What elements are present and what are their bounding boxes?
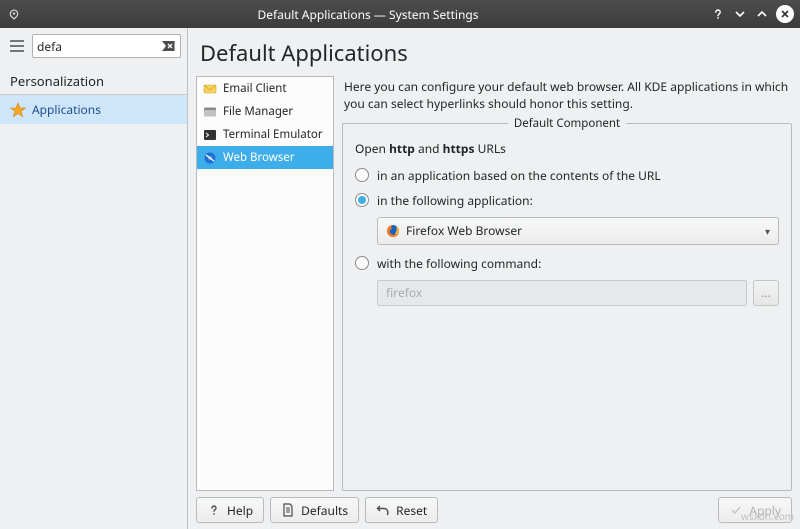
radio-following-application[interactable]: in the following application: <box>355 192 779 209</box>
sidebar: defa Personalization Applications <box>0 28 188 529</box>
button-bar: Help Defaults Reset Apply <box>196 491 792 523</box>
browse-button: ... <box>753 280 779 306</box>
document-icon <box>281 503 295 517</box>
command-placeholder: firefox <box>386 284 422 301</box>
button-label: Help <box>227 502 253 519</box>
app-menu-icon <box>6 6 22 22</box>
component-file-manager[interactable]: File Manager <box>197 100 333 123</box>
defaults-button[interactable]: Defaults <box>270 497 359 523</box>
watermark: wsxdn.com <box>741 509 794 523</box>
titlebar: Default Applications — System Settings <box>0 0 800 28</box>
close-window-icon[interactable] <box>776 5 794 23</box>
radio-label: in an application based on the contents … <box>377 167 661 184</box>
sidebar-item-label: Applications <box>32 101 101 118</box>
application-combobox[interactable]: Firefox Web Browser ▾ <box>377 217 779 245</box>
help-window-icon[interactable] <box>710 6 726 22</box>
chevron-down-icon: ▾ <box>765 224 770 238</box>
help-button[interactable]: Help <box>196 497 264 523</box>
component-email-client[interactable]: Email Client <box>197 77 333 100</box>
frame-title: Default Component <box>508 116 626 131</box>
button-label: Reset <box>396 502 427 519</box>
firefox-icon <box>386 224 400 238</box>
star-icon <box>10 102 26 118</box>
mail-icon <box>203 82 217 96</box>
component-label: Terminal Emulator <box>223 127 323 142</box>
selected-application-label: Firefox Web Browser <box>406 222 765 239</box>
component-terminal-emulator[interactable]: Terminal Emulator <box>197 123 333 146</box>
default-component-frame: Default Component Open http and https UR… <box>342 123 792 491</box>
sidebar-category-header: Personalization <box>0 64 187 95</box>
command-input: firefox <box>377 280 747 306</box>
content: Default Applications Email Client File M… <box>188 28 800 529</box>
hamburger-menu-button[interactable] <box>6 35 28 57</box>
radio-label: with the following command: <box>377 255 541 272</box>
open-urls-label: Open http and https URLs <box>355 140 779 157</box>
globe-icon <box>203 151 217 165</box>
browse-label: ... <box>761 284 771 301</box>
radio-icon <box>355 256 369 270</box>
component-label: File Manager <box>223 104 293 119</box>
help-icon <box>207 503 221 517</box>
reset-button[interactable]: Reset <box>365 497 438 523</box>
component-list: Email Client File Manager Terminal Emula… <box>196 76 334 491</box>
component-label: Web Browser <box>223 150 295 165</box>
sidebar-item-applications[interactable]: Applications <box>0 95 187 124</box>
component-label: Email Client <box>223 81 286 96</box>
window-title: Default Applications — System Settings <box>26 6 710 23</box>
radio-content-based[interactable]: in an application based on the contents … <box>355 167 779 184</box>
clear-search-icon[interactable] <box>160 38 176 54</box>
folder-icon <box>203 105 217 119</box>
search-input[interactable]: defa <box>32 34 181 58</box>
radio-label: in the following application: <box>377 192 533 209</box>
radio-icon <box>355 168 369 182</box>
component-web-browser[interactable]: Web Browser <box>197 146 333 169</box>
terminal-icon <box>203 128 217 142</box>
radio-icon <box>355 193 369 207</box>
minimize-window-icon[interactable] <box>732 6 748 22</box>
radio-following-command[interactable]: with the following command: <box>355 255 779 272</box>
page-title: Default Applications <box>196 34 792 76</box>
search-value: defa <box>37 38 160 55</box>
maximize-window-icon[interactable] <box>754 6 770 22</box>
button-label: Defaults <box>301 502 348 519</box>
undo-icon <box>376 503 390 517</box>
